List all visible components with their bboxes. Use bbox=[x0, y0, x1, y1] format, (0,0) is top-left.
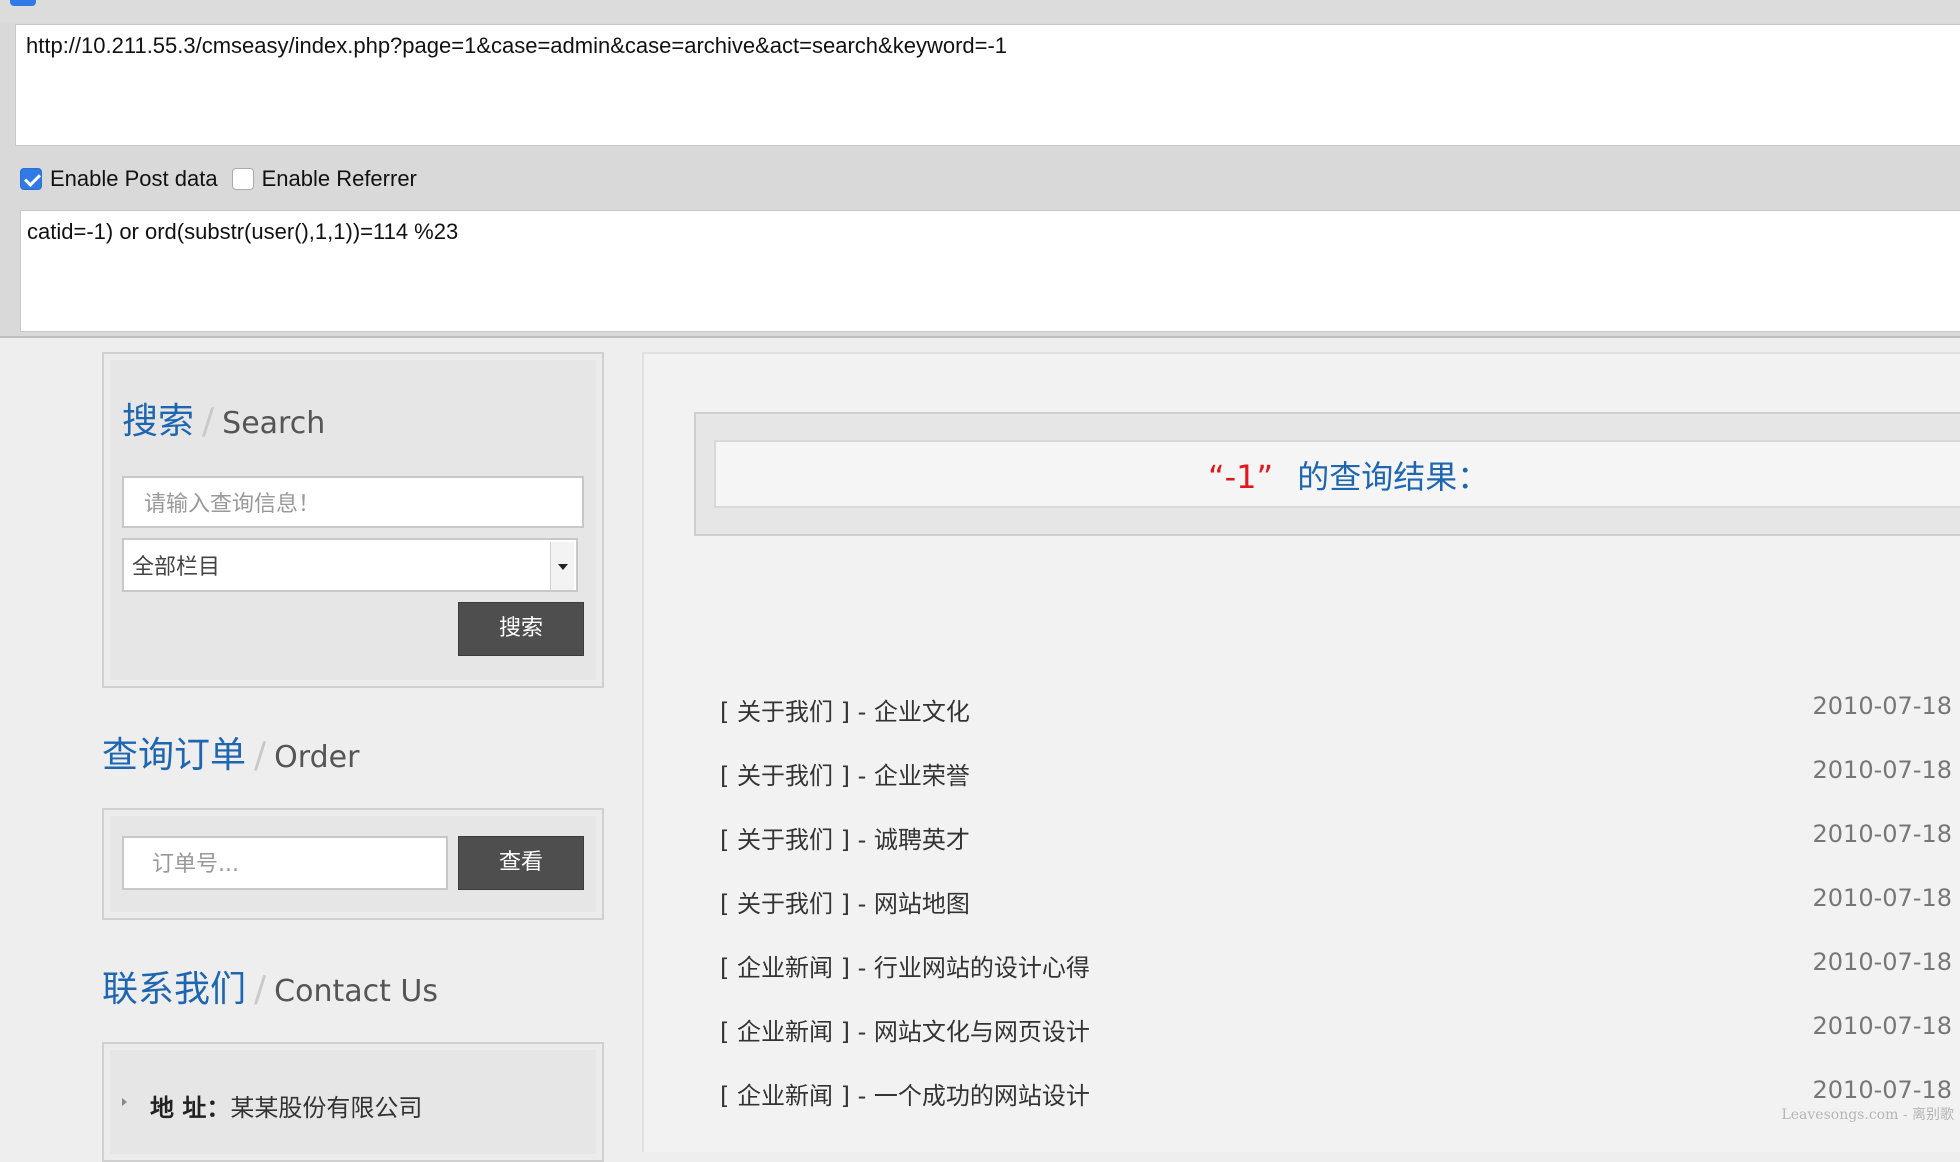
chevron-down-icon[interactable] bbox=[550, 542, 574, 590]
enable-referrer-option[interactable]: Enable Referrer bbox=[231, 166, 417, 192]
enable-referrer-label: Enable Referrer bbox=[261, 166, 417, 191]
enable-referrer-checkbox[interactable] bbox=[231, 168, 254, 190]
list-item[interactable]: [ 企业新闻 ] - 一个成功的网站设计 2010-07-18 bbox=[720, 1076, 1952, 1116]
list-item-title[interactable]: [ 关于我们 ] - 诚聘英才 bbox=[720, 820, 970, 855]
options-row: Enable Post data Enable Referrer bbox=[20, 162, 431, 196]
hackbar-panel: http://10.211.55.3/cmseasy/index.php?pag… bbox=[0, 0, 1960, 338]
order-heading: 查询订单 / Order bbox=[102, 726, 359, 778]
list-item-date: 2010-07-18 bbox=[1812, 820, 1952, 848]
address-label: 地 址： bbox=[150, 1094, 231, 1122]
result-suffix: 的查询结果： bbox=[1297, 458, 1490, 496]
order-heading-cn: 查询订单 bbox=[102, 735, 247, 776]
enable-post-label: Enable Post data bbox=[50, 166, 218, 191]
list-item[interactable]: [ 关于我们 ] - 企业荣誉 2010-07-18 bbox=[720, 756, 1952, 796]
list-item-title[interactable]: [ 关于我们 ] - 企业荣誉 bbox=[720, 756, 970, 791]
list-item-date: 2010-07-18 bbox=[1812, 1076, 1952, 1104]
website-area: 搜索 / Search 请输入查询信息！ 全部栏目 搜索 查询订单 / Order 订单… bbox=[0, 340, 1960, 1162]
list-item[interactable]: [ 关于我们 ] - 诚聘英才 2010-07-18 bbox=[720, 820, 1952, 860]
contact-heading-cn: 联系我们 bbox=[102, 969, 247, 1010]
order-number-input[interactable]: 订单号... bbox=[122, 836, 448, 890]
list-item-title[interactable]: [ 企业新闻 ] - 一个成功的网站设计 bbox=[720, 1076, 1090, 1111]
list-item-date: 2010-07-18 bbox=[1812, 884, 1952, 912]
result-keyword: “-1” bbox=[1208, 458, 1274, 496]
contact-heading: 联系我们 / Contact Us bbox=[102, 960, 438, 1012]
top-checkbox[interactable] bbox=[10, 0, 36, 6]
heading-divider: / bbox=[254, 735, 267, 776]
toolbar-top-edge bbox=[0, 0, 1960, 22]
watermark: Leavesongs.com - 离别歌 bbox=[1781, 1107, 1954, 1123]
heading-divider: / bbox=[202, 401, 215, 442]
list-item-title[interactable]: [ 关于我们 ] - 网站地图 bbox=[720, 884, 970, 919]
search-heading: 搜索 / Search bbox=[122, 392, 325, 444]
list-item[interactable]: [ 企业新闻 ] - 网站文化与网页设计 2010-07-18 bbox=[720, 1012, 1952, 1052]
list-item[interactable]: [ 企业新闻 ] - 行业网站的设计心得 2010-07-18 bbox=[720, 948, 1952, 988]
contact-address: 地 址：某某股份有限公司 bbox=[150, 1088, 422, 1123]
list-item[interactable]: [ 关于我们 ] - 网站地图 2010-07-18 bbox=[720, 884, 1952, 924]
search-input[interactable]: 请输入查询信息！ bbox=[122, 476, 584, 528]
view-order-button[interactable]: 查看 bbox=[458, 836, 584, 890]
list-item-title[interactable]: [ 企业新闻 ] - 网站文化与网页设计 bbox=[720, 1012, 1090, 1047]
list-item-date: 2010-07-18 bbox=[1812, 948, 1952, 976]
bullet-icon bbox=[122, 1098, 127, 1106]
url-textarea[interactable]: http://10.211.55.3/cmseasy/index.php?pag… bbox=[15, 24, 1960, 146]
post-data-textarea[interactable]: catid=-1) or ord(substr(user(),1,1))=114… bbox=[20, 210, 1960, 332]
list-item-title[interactable]: [ 企业新闻 ] - 行业网站的设计心得 bbox=[720, 948, 1090, 983]
contact-heading-en: Contact Us bbox=[274, 974, 438, 1009]
list-item[interactable]: [ 关于我们 ] - 企业文化 2010-07-18 bbox=[720, 692, 1952, 732]
enable-post-checkbox[interactable] bbox=[20, 168, 42, 190]
search-heading-en: Search bbox=[222, 406, 326, 441]
enable-post-option[interactable]: Enable Post data bbox=[20, 166, 218, 192]
list-item-date: 2010-07-18 bbox=[1812, 1012, 1952, 1040]
heading-divider: / bbox=[254, 969, 267, 1010]
category-select[interactable]: 全部栏目 bbox=[122, 538, 578, 592]
list-item-title[interactable]: [ 关于我们 ] - 企业文化 bbox=[720, 692, 970, 727]
list-item-date: 2010-07-18 bbox=[1812, 756, 1952, 784]
search-button[interactable]: 搜索 bbox=[458, 602, 584, 656]
category-select-value: 全部栏目 bbox=[132, 555, 221, 580]
search-heading-cn: 搜索 bbox=[122, 401, 195, 442]
result-title: “-1” 的查询结果： bbox=[1208, 452, 1489, 498]
order-heading-en: Order bbox=[274, 740, 360, 775]
list-item-date: 2010-07-18 bbox=[1812, 692, 1952, 720]
address-value: 某某股份有限公司 bbox=[230, 1094, 423, 1122]
